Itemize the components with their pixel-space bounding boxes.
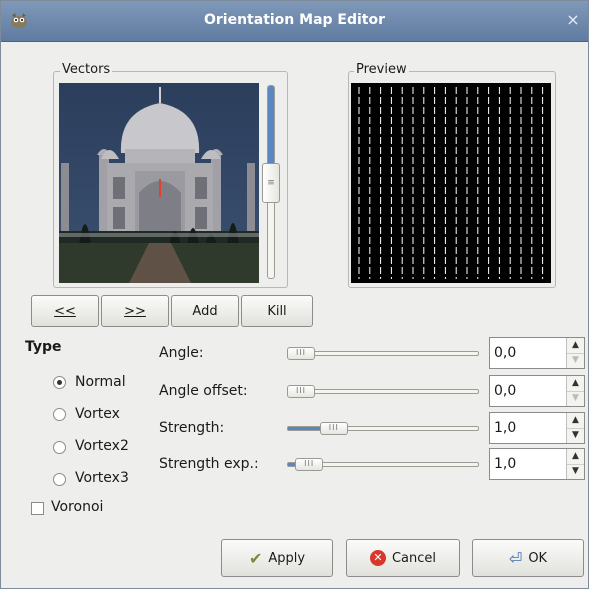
angle-value[interactable]: 0,0 — [494, 345, 516, 361]
enter-arrow-icon: ⏎ — [508, 548, 523, 568]
window-title: Orientation Map Editor — [203, 12, 386, 28]
vectors-frame-label: Vectors — [60, 62, 113, 77]
angle-offset-label: Angle offset: — [159, 383, 248, 399]
strength-exp-value[interactable]: 1,0 — [494, 456, 516, 472]
strength-exp-slider-thumb[interactable]: III — [295, 458, 324, 471]
preview-canvas — [351, 83, 551, 283]
strength-exp-label: Strength exp.: — [159, 456, 259, 472]
cancel-icon: ✕ — [369, 550, 386, 566]
strength-up-icon[interactable]: ▲ — [567, 413, 584, 429]
radio-normal[interactable] — [53, 376, 66, 389]
radio-normal-label[interactable]: Normal — [75, 374, 126, 390]
voronoi-label[interactable]: Voronoi — [51, 499, 103, 515]
strength-exp-down-icon[interactable]: ▼ — [567, 464, 584, 479]
angle-slider[interactable] — [287, 351, 479, 356]
dialog-window: Orientation Map Editor × Vectors ≡ Previ… — [0, 0, 589, 589]
angle-offset-up-icon[interactable]: ▲ — [567, 376, 584, 392]
radio-vortex-label[interactable]: Vortex — [75, 406, 120, 422]
angle-offset-slider-thumb[interactable]: III — [287, 385, 315, 398]
angle-up-icon[interactable]: ▲ — [567, 338, 584, 354]
strength-exp-up-icon[interactable]: ▲ — [567, 449, 584, 465]
next-vector-button[interactable]: >> — [101, 295, 169, 327]
close-icon[interactable]: × — [564, 11, 582, 29]
radio-vortex3[interactable] — [53, 473, 66, 486]
type-heading: Type — [25, 339, 62, 355]
angle-offset-value[interactable]: 0,0 — [494, 383, 516, 399]
strength-label: Strength: — [159, 420, 225, 436]
angle-slider-thumb[interactable]: III — [287, 347, 315, 360]
radio-vortex2[interactable] — [53, 441, 66, 454]
title-bar[interactable]: Orientation Map Editor × — [1, 1, 588, 42]
apply-button[interactable]: ✔ Apply — [221, 539, 333, 577]
vectors-image[interactable] — [59, 83, 259, 283]
strength-spinbox[interactable]: 1,0 ▲ ▼ — [489, 412, 585, 444]
kill-vector-button[interactable]: Kill — [241, 295, 313, 327]
radio-vortex2-label[interactable]: Vortex2 — [75, 438, 129, 454]
angle-offset-spinbox[interactable]: 0,0 ▲ ▼ — [489, 375, 585, 407]
strength-slider[interactable] — [287, 426, 479, 431]
strength-down-icon[interactable]: ▼ — [567, 428, 584, 443]
checkmark-icon: ✔ — [248, 548, 263, 568]
strength-exp-spinbox[interactable]: 1,0 ▲ ▼ — [489, 448, 585, 480]
angle-offset-down-icon[interactable]: ▼ — [567, 391, 584, 406]
ok-button[interactable]: ⏎ OK — [472, 539, 584, 577]
radio-vortex3-label[interactable]: Vortex3 — [75, 470, 129, 486]
prev-vector-button[interactable]: << — [31, 295, 99, 327]
add-vector-button[interactable]: Add — [171, 295, 239, 327]
angle-label: Angle: — [159, 345, 204, 361]
preview-frame-label: Preview — [354, 62, 409, 77]
angle-spinbox[interactable]: 0,0 ▲ ▼ — [489, 337, 585, 369]
angle-down-icon[interactable]: ▼ — [567, 353, 584, 368]
strength-value[interactable]: 1,0 — [494, 420, 516, 436]
voronoi-checkbox[interactable] — [31, 502, 44, 515]
angle-offset-slider[interactable] — [287, 389, 479, 394]
scrollbar-thumb[interactable]: ≡ — [262, 163, 280, 203]
strength-slider-thumb[interactable]: III — [319, 422, 348, 435]
radio-vortex[interactable] — [53, 408, 66, 421]
cancel-button[interactable]: ✕ Cancel — [346, 539, 460, 577]
